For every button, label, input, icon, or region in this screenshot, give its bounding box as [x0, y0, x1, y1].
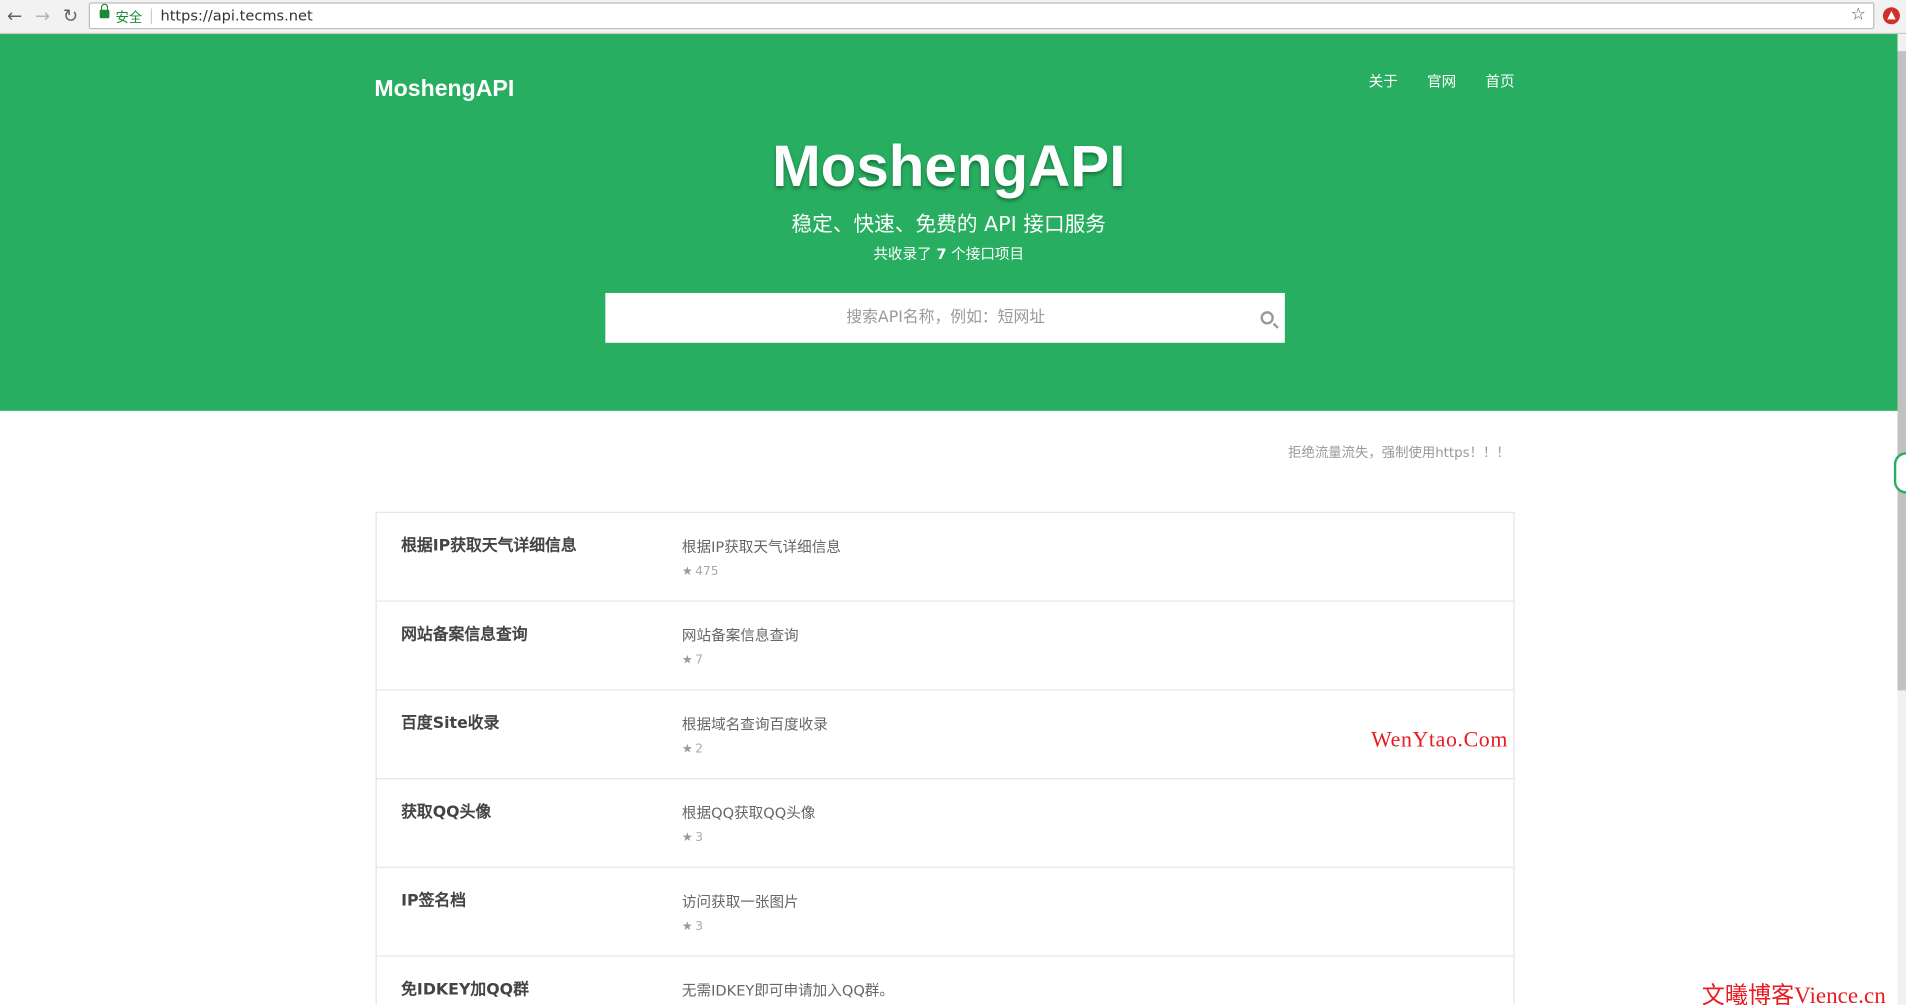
address-bar[interactable]: 安全 https://api.tecms.net ☆: [88, 2, 1875, 30]
star-count-value: 3: [695, 920, 704, 934]
star-count-value: 475: [695, 565, 719, 579]
watermark-wenytao: WenYtao.Com: [1371, 726, 1508, 752]
api-name[interactable]: 网站备案信息查询: [401, 621, 527, 644]
api-name[interactable]: 获取QQ头像: [401, 799, 491, 821]
api-count-text: 共收录了 7 个接口项目: [0, 243, 1897, 264]
api-name[interactable]: 根据IP获取天气详细信息: [401, 532, 576, 555]
search-box: [605, 292, 1285, 343]
reload-icon[interactable]: ↻: [61, 6, 80, 25]
nav-home[interactable]: 首页: [1485, 71, 1514, 92]
star-icon: ★: [681, 565, 693, 579]
star-count-value: 7: [695, 653, 704, 668]
api-star-count: ★ 3: [682, 920, 703, 933]
star-icon: ★: [681, 920, 693, 934]
api-description: 无需IDKEY即可申请加入QQ群。: [681, 982, 894, 1000]
back-icon[interactable]: ←: [5, 6, 24, 25]
forward-icon[interactable]: →: [33, 6, 52, 25]
api-list: 根据IP获取天气详细信息 根据IP获取天气详细信息 ★ 475 网站备案信息查询 网站备案…: [375, 511, 1515, 1005]
api-list-item[interactable]: 网站备案信息查询 网站备案信息查询 ★ 7: [376, 602, 1514, 691]
watermark-vience: 文曦博客Vience.cn: [1701, 983, 1886, 1005]
brand-logo[interactable]: MoshengAPI: [374, 77, 514, 104]
star-icon: ★: [681, 742, 693, 757]
hero-subtitle: 稳定、快速、免费的 API 接口服务: [791, 212, 1106, 238]
star-icon: ★: [681, 831, 693, 845]
browser-toolbar: ← → ↻ 安全 https://api.tecms.net ☆ ▲: [0, 0, 1906, 35]
nav-about[interactable]: 关于: [1369, 71, 1398, 92]
api-list-item[interactable]: 百度Site收录 根据域名查询百度收录 ★ 2: [376, 690, 1514, 780]
api-name[interactable]: IP签名档: [401, 887, 466, 910]
hero-title: MoshengAPI: [772, 134, 1126, 200]
hero-banner: MoshengAPI 关于 官网 首页 MoshengAPI 稳定、快速、免费的…: [0, 34, 1898, 411]
url-text[interactable]: https://api.tecms.net: [160, 7, 312, 24]
api-star-count: ★ 3: [682, 831, 703, 844]
api-star-count: ★ 7: [682, 654, 703, 667]
api-list-item[interactable]: 根据IP获取天气详细信息 根据IP获取天气详细信息 ★ 475: [376, 513, 1514, 602]
lock-icon: [99, 3, 110, 19]
api-list-item[interactable]: 获取QQ头像 根据QQ获取QQ头像 ★ 3: [376, 779, 1514, 868]
count-suffix: 个接口项目: [951, 245, 1025, 263]
api-description: 根据域名查询百度收录: [681, 715, 828, 733]
api-list-item[interactable]: 免IDKEY加QQ群 无需IDKEY即可申请加入QQ群。: [377, 957, 1514, 1005]
api-name[interactable]: 百度Site收录: [401, 710, 499, 733]
top-nav: 关于 官网 首页: [1369, 71, 1515, 92]
star-icon: ★: [681, 653, 693, 668]
api-name[interactable]: 免IDKEY加QQ群: [401, 976, 529, 999]
api-description: 访问获取一张图片: [681, 893, 799, 911]
api-star-count: ★ 475: [682, 565, 719, 578]
api-list-item[interactable]: IP签名档 访问获取一张图片 ★ 3: [376, 868, 1514, 957]
api-description: 根据QQ获取QQ头像: [681, 804, 816, 822]
api-description: 根据IP获取天气详细信息: [681, 538, 841, 556]
count-value: 7: [936, 245, 947, 263]
star-count-value: 2: [695, 742, 704, 757]
side-float-badge[interactable]: [1893, 452, 1906, 494]
extension-icon[interactable]: ▲: [1882, 7, 1900, 25]
search-icon[interactable]: [1260, 311, 1274, 325]
https-notice: 拒绝流量流失，强制使用https！！！: [1288, 444, 1510, 461]
api-description: 网站备案信息查询: [681, 627, 799, 645]
secure-label: 安全: [115, 9, 143, 26]
bookmark-star-icon[interactable]: ☆: [1851, 5, 1866, 24]
count-prefix: 共收录了: [873, 245, 932, 263]
star-count-value: 3: [695, 831, 704, 845]
scrollbar-thumb[interactable]: [1897, 51, 1906, 691]
api-star-count: ★ 2: [682, 743, 703, 756]
url-divider: [150, 8, 152, 25]
search-input[interactable]: [605, 292, 1238, 343]
page-scrollbar[interactable]: [1897, 34, 1906, 1005]
nav-official-site[interactable]: 官网: [1427, 71, 1456, 92]
